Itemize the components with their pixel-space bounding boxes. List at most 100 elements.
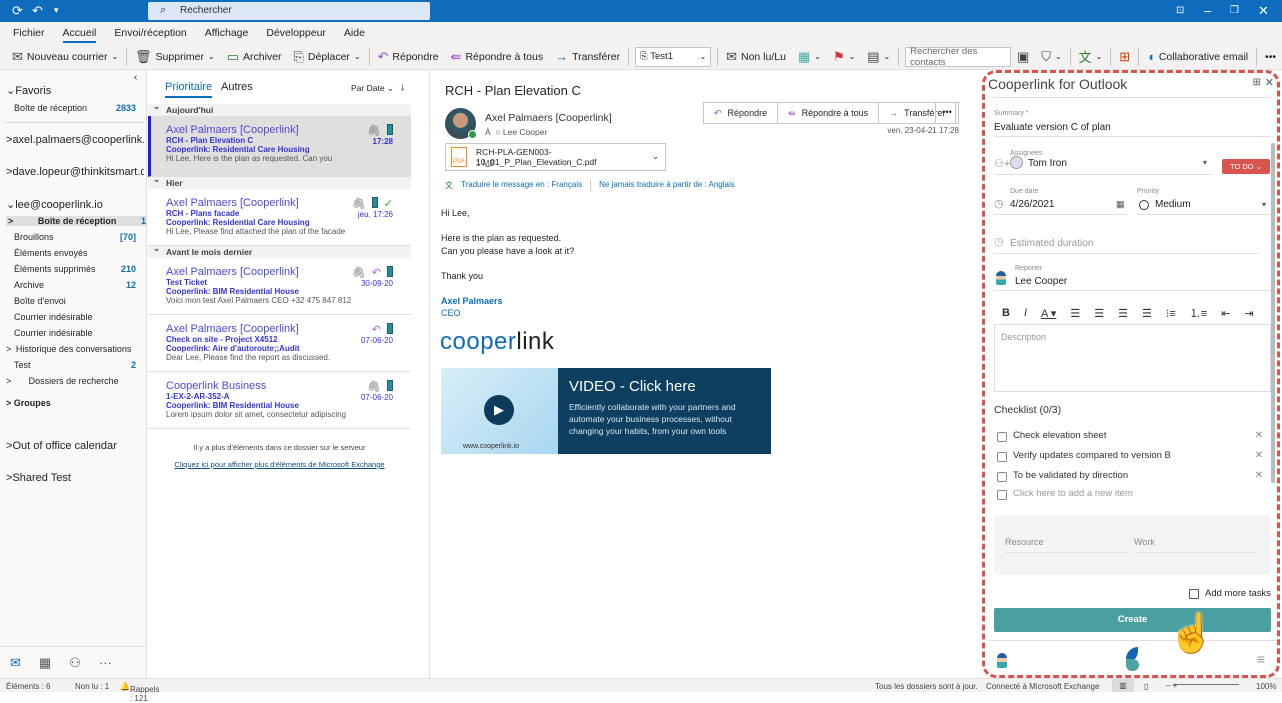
normal-view-icon[interactable]: ▥: [1112, 679, 1134, 692]
assignee-dropdown-icon[interactable]: ▾: [1203, 158, 1207, 167]
menu-icon[interactable]: ≡: [1257, 651, 1265, 667]
flag-button[interactable]: ⚑ ⌄: [827, 49, 861, 65]
customize-toolbar-icon[interactable]: ▾: [54, 5, 59, 16]
forward-button[interactable]: → Transférer: [549, 49, 626, 64]
message-item[interactable]: Axel Palmaers [Cooperlink] RCH - Plan Ele…: [148, 116, 411, 177]
estimated-duration-input[interactable]: Estimated duration: [1010, 238, 1093, 249]
move-button[interactable]: ⎘ Déplacer ⌄: [288, 49, 367, 65]
close-icon[interactable]: ✕: [1258, 3, 1269, 19]
add-assignee-icon[interactable]: ⚇+: [994, 157, 1010, 170]
account-dave[interactable]: >dave.lopeur@thinkitsmart.com: [6, 166, 144, 178]
quick-steps-select[interactable]: ⎘ Test1 ⌄: [635, 46, 712, 67]
add-in-button[interactable]: ⊞: [1113, 49, 1136, 65]
panel-scrollbar[interactable]: [1271, 143, 1275, 483]
folder-item[interactable]: Brouillons [70]: [14, 232, 136, 242]
folder-item[interactable]: Archive 12: [14, 280, 136, 290]
ribbon-display-icon[interactable]: ⊡: [1176, 5, 1184, 16]
folder-item[interactable]: Boîte d'envoi: [14, 296, 136, 306]
summary-input[interactable]: Evaluate version C of plan: [994, 122, 1111, 133]
outdent-icon[interactable]: ⇤: [1221, 307, 1230, 320]
bold-icon[interactable]: B: [1002, 307, 1010, 319]
message-item[interactable]: Axel Palmaers [Cooperlink] Check on site …: [148, 315, 411, 372]
shared-test[interactable]: >Shared Test: [6, 472, 144, 484]
calendar-icon[interactable]: ▦: [1116, 199, 1125, 210]
reply-all-button[interactable]: ⇚ Répondre à tous: [445, 49, 550, 65]
italic-icon[interactable]: I: [1024, 307, 1027, 319]
search-box[interactable]: ⌕ Rechercher: [148, 2, 430, 20]
folder-item[interactable]: Test 2: [14, 360, 136, 370]
message-item[interactable]: Cooperlink Business 1-EX-2-AR-352-A Cooper…: [148, 372, 411, 429]
indent-icon[interactable]: ⇥: [1244, 307, 1253, 320]
folder-item[interactable]: > Boîte de réception 1: [6, 216, 146, 226]
remove-item-icon[interactable]: ✕: [1255, 450, 1263, 461]
tab-other[interactable]: Autres: [221, 81, 253, 93]
priority-select[interactable]: Medium: [1155, 199, 1191, 210]
tab-focused[interactable]: Prioritaire: [165, 81, 213, 98]
align-center-icon[interactable]: ☰: [1094, 307, 1104, 320]
checklist-item[interactable]: Verify updates compared to version B: [1013, 450, 1171, 461]
undo-icon[interactable]: ↶: [32, 3, 43, 19]
categorize-button[interactable]: ▦ ⌄: [792, 49, 827, 65]
reply-all-button[interactable]: ⇚ Répondre à tous: [778, 103, 880, 123]
more-actions-button[interactable]: •••: [935, 102, 959, 124]
folder-item[interactable]: Éléments envoyés: [14, 248, 136, 258]
align-right-icon[interactable]: ☰: [1118, 307, 1128, 320]
tab-envoi-reception[interactable]: Envoi/réception: [105, 22, 195, 44]
reading-view-icon[interactable]: ▯: [1144, 682, 1148, 691]
archive-button[interactable]: ▭ Archiver: [221, 49, 288, 65]
rules-button[interactable]: ▤ ⌄: [861, 49, 896, 65]
group-header[interactable]: Aujourd'hui: [148, 101, 411, 116]
close-panel-icon[interactable]: ✕: [1265, 76, 1274, 89]
folder-item[interactable]: > Historique des conversations: [6, 344, 136, 354]
checklist-item[interactable]: Check elevation sheet: [1013, 430, 1106, 441]
pin-icon[interactable]: ⊞: [1253, 77, 1261, 88]
tab-aide[interactable]: Aide: [335, 22, 374, 44]
status-dropdown[interactable]: TO DO ⌄: [1222, 159, 1270, 174]
add-checklist-item[interactable]: Click here to add a new item: [1013, 488, 1133, 499]
attachment[interactable]: PDF RCH-PLA-GEN003-10_01_P_Plan_Elevatio…: [445, 143, 666, 171]
more-commands-button[interactable]: •••: [1259, 51, 1282, 63]
tab-affichage[interactable]: Affichage: [196, 22, 258, 44]
create-button[interactable]: Create: [994, 608, 1271, 632]
folder-item[interactable]: Éléments supprimés 210: [14, 264, 136, 274]
remove-item-icon[interactable]: ✕: [1255, 470, 1263, 481]
due-date-input[interactable]: 4/26/2021: [1010, 199, 1055, 210]
mail-icon[interactable]: ✉: [10, 655, 21, 671]
unread-read-button[interactable]: ✉ Non lu/Lu: [720, 49, 792, 65]
translate-link[interactable]: Traduire le message en : Français: [461, 180, 582, 191]
checklist-checkbox[interactable]: [997, 452, 1007, 462]
minimize-icon[interactable]: –: [1204, 3, 1211, 18]
account-axel[interactable]: >axel.palmaers@cooperlink.io: [6, 134, 144, 146]
bullet-list-icon[interactable]: ⁝≡: [1166, 307, 1176, 320]
justify-icon[interactable]: ☰: [1142, 307, 1152, 320]
calendar-icon[interactable]: ▦: [39, 655, 51, 671]
font-color-icon[interactable]: A ▾: [1041, 307, 1056, 320]
groups-header[interactable]: > Groupes: [6, 398, 144, 408]
video-banner[interactable]: ▶ www.cooperlink.io VIDEO - Click here E…: [441, 368, 771, 454]
sender-name[interactable]: Axel Palmaers [Cooperlink]: [485, 112, 612, 124]
favorites-header[interactable]: ⌄Favoris: [6, 84, 144, 97]
show-more-link[interactable]: Cliquez ici pour afficher plus d'élément…: [148, 460, 411, 469]
tab-developpeur[interactable]: Développeur: [257, 22, 335, 44]
user-profile-icon[interactable]: [997, 653, 1007, 668]
tab-fichier[interactable]: Fichier: [4, 22, 54, 44]
group-header[interactable]: Avant le mois dernier: [148, 243, 411, 258]
contact-search-input[interactable]: Rechercher des contacts: [905, 46, 1011, 68]
numbered-list-icon[interactable]: ⒈≡: [1190, 305, 1207, 321]
description-input[interactable]: Description: [994, 324, 1271, 392]
align-left-icon[interactable]: ☰: [1070, 307, 1080, 320]
reply-button[interactable]: ↶ Répondre: [372, 49, 445, 65]
message-item[interactable]: Axel Palmaers [Cooperlink] Test Ticket Coo…: [148, 258, 411, 315]
group-header[interactable]: Hier: [148, 174, 411, 189]
collaborative-email-button[interactable]: ◖ Collaborative email: [1141, 49, 1254, 64]
resource-input[interactable]: Resource: [1005, 537, 1044, 547]
remove-item-icon[interactable]: ✕: [1255, 430, 1263, 441]
filter-button[interactable]: ⛉ ⌄: [1035, 49, 1067, 65]
restore-icon[interactable]: ❐: [1230, 5, 1239, 16]
translate-button[interactable]: 文 ⌄: [1073, 47, 1109, 66]
folder-item[interactable]: Courrier indésirable: [14, 328, 136, 338]
account-lee[interactable]: ⌄lee@cooperlink.io: [6, 198, 144, 211]
sort-direction-icon[interactable]: ↓: [400, 81, 406, 93]
folder-favorite-inbox[interactable]: Boîte de réception 2833: [14, 103, 136, 113]
sync-icon[interactable]: ⟳: [12, 3, 23, 19]
